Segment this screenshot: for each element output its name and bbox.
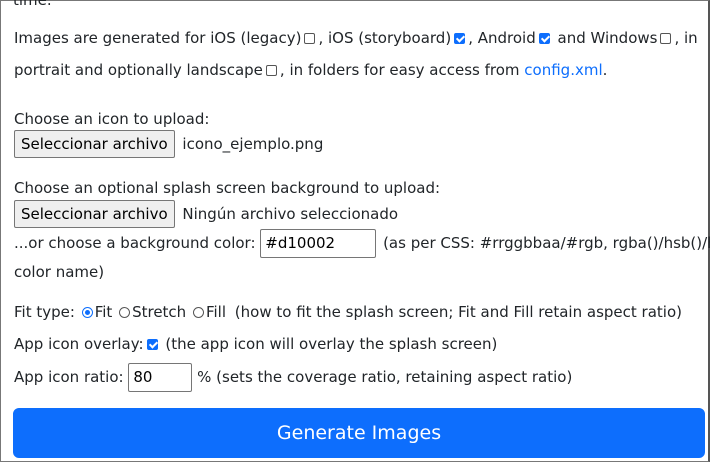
overlay-checkbox[interactable] xyxy=(146,339,158,350)
landscape-label: portrait and optionally landscape xyxy=(14,61,263,79)
landscape-checkbox[interactable] xyxy=(265,65,277,76)
windows-label: and Windows xyxy=(557,29,658,47)
icon-file-button[interactable]: Seleccionar archivo xyxy=(14,130,175,158)
icon-file-name: icono_ejemplo.png xyxy=(182,135,324,153)
overlay-row: App icon overlay: (the app icon will ove… xyxy=(14,334,497,354)
splash-upload-label: Choose an optional splash screen backgro… xyxy=(14,179,441,197)
platforms-line-2: portrait and optionally landscape, in fo… xyxy=(14,61,608,79)
fit-type-row: Fit type: Fit Stretch Fill (how to fit t… xyxy=(14,302,682,322)
ios-storyboard-label: iOS (storyboard) xyxy=(327,29,452,47)
stretch-option-label: Stretch xyxy=(132,303,187,321)
generate-images-button[interactable]: Generate Images xyxy=(13,408,705,458)
bg-color-label: ...or choose a background color: xyxy=(14,234,256,252)
fit-type-label: Fit type: xyxy=(14,303,75,321)
bg-color-row: ...or choose a background color: #d10002… xyxy=(14,229,710,258)
config-xml-link[interactable]: config.xml xyxy=(524,61,602,79)
bg-color-hint-2: color name) xyxy=(14,263,105,281)
fill-option-label: Fill xyxy=(205,303,227,321)
platforms-line-1: Images are generated for iOS (legacy), i… xyxy=(14,29,698,47)
windows-checkbox[interactable] xyxy=(660,33,672,44)
splash-file-button[interactable]: Seleccionar archivo xyxy=(14,200,175,228)
icon-upload-label: Choose an icon to upload: xyxy=(14,110,210,128)
bg-color-hint: (as per CSS: #rrggbbaa/#rgb, rgba()/hsb(… xyxy=(383,234,710,252)
ratio-row: App icon ratio: 80 % (sets the coverage … xyxy=(14,363,572,392)
folders-text: in folders for easy access from xyxy=(289,61,520,79)
ratio-input[interactable]: 80 xyxy=(128,363,193,392)
overlay-label: App icon overlay: xyxy=(14,335,144,353)
fit-type-hint: (how to fit the splash screen; Fit and F… xyxy=(234,303,682,321)
splash-upload-row: Seleccionar archivo Ningún archivo selec… xyxy=(14,200,398,228)
splash-file-name: Ningún archivo seleccionado xyxy=(182,205,399,223)
overlay-hint: (the app icon will overlay the splash sc… xyxy=(165,335,498,353)
fit-radio[interactable] xyxy=(81,307,93,318)
ratio-label: App icon ratio: xyxy=(14,368,124,386)
ios-storyboard-checkbox[interactable] xyxy=(454,33,466,44)
platforms-intro: Images are generated for iOS (legacy) xyxy=(14,29,302,47)
icon-upload-row: Seleccionar archivo icono_ejemplo.png xyxy=(14,130,323,158)
fit-option-label: Fit xyxy=(94,303,113,321)
fill-radio[interactable] xyxy=(192,307,204,318)
android-checkbox[interactable] xyxy=(538,33,550,44)
android-label: Android xyxy=(477,29,536,47)
in-text: in xyxy=(684,29,698,47)
cut-off-text: time. xyxy=(13,0,52,9)
ios-legacy-checkbox[interactable] xyxy=(304,33,316,44)
stretch-radio[interactable] xyxy=(119,307,131,318)
ratio-hint: % (sets the coverage ratio, retaining as… xyxy=(197,368,573,386)
bg-color-input[interactable]: #d10002 xyxy=(260,229,377,258)
